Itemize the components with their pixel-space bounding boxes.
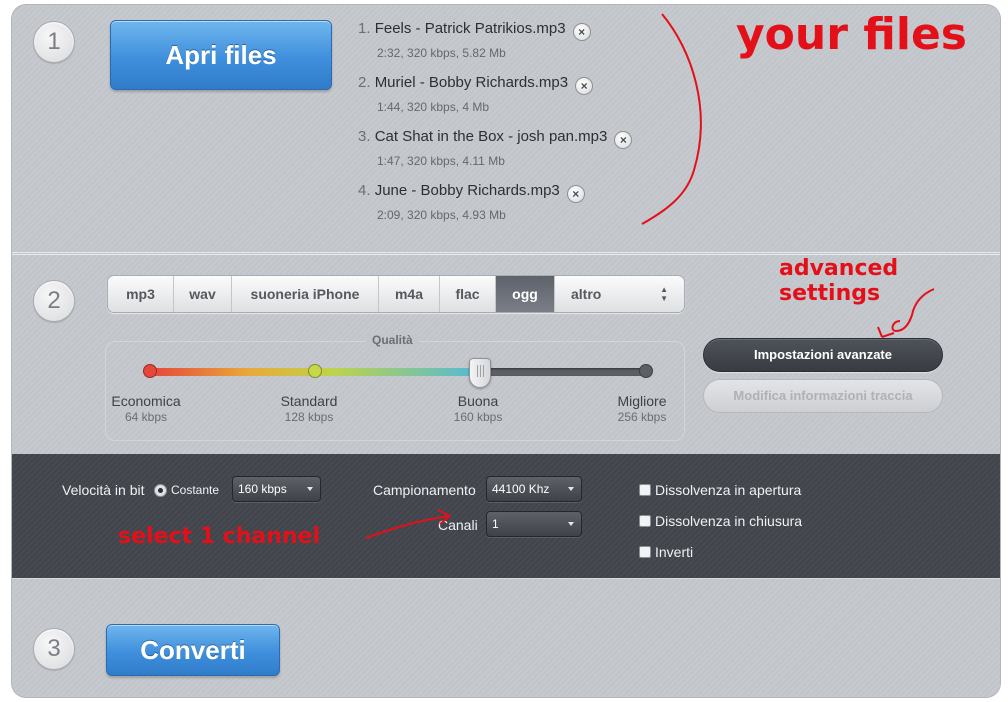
bitrate-label: Velocità in bit (62, 482, 145, 498)
fade-out-checkbox[interactable] (639, 515, 651, 527)
remove-file-icon[interactable]: × (566, 185, 585, 203)
advanced-settings-panel: Velocità in bit Costante 160 kbps Campio… (12, 454, 1000, 578)
file-meta: 2:09, 320 kbps, 4.93 Mb (377, 208, 506, 222)
level-name: Standard (280, 393, 338, 409)
sample-rate-value: 44100 Khz (492, 482, 550, 496)
tab-flac[interactable]: flac (440, 276, 496, 312)
quality-level-buona: Buona 160 kbps (423, 393, 533, 424)
arrow-annotation-icon (365, 509, 451, 539)
step-1-section: 1 Apri files 1. Feels - Patrick Patrikio… (12, 5, 1000, 253)
tab-m4a[interactable]: m4a (379, 276, 440, 312)
tab-other[interactable]: altro ▲ ▼ (555, 276, 684, 312)
file-name: Cat Shat in the Box - josh pan.mp3 (374, 128, 608, 145)
file-item: 2. Muriel - Bobby Richards.mp3 × 1:44, 32… (358, 74, 678, 128)
quality-stop-migliore[interactable] (639, 364, 653, 378)
constant-bitrate-radio[interactable] (154, 484, 167, 497)
file-item: 3. Cat Shat in the Box - josh pan.mp3 × 1… (358, 128, 678, 182)
arrow-annotation-icon (877, 288, 935, 338)
caret-down-icon (568, 487, 574, 491)
quality-slider-track[interactable] (143, 358, 653, 388)
fade-in-label: Dissolvenza in apertura (655, 482, 802, 498)
level-kbps: 160 kbps (453, 410, 503, 424)
quality-level-migliore: Migliore 256 kbps (587, 393, 697, 424)
remove-file-icon[interactable]: × (614, 131, 633, 149)
remove-file-icon[interactable]: × (572, 23, 591, 41)
bitrate-select[interactable]: 160 kbps (232, 476, 321, 502)
open-files-button[interactable]: Apri files (110, 20, 332, 90)
format-tabs: mp3 wav suoneria iPhone m4a flac ogg alt… (107, 275, 685, 313)
level-kbps: 128 kbps (284, 410, 334, 424)
channels-select[interactable]: 1 (486, 511, 582, 537)
file-meta: 1:47, 320 kbps, 4.11 Mb (377, 154, 505, 168)
step-1-badge: 1 (33, 21, 75, 63)
file-item: 1. Feels - Patrick Patrikios.mp3 × 2:32, … (358, 20, 678, 74)
quality-level-standard: Standard 128 kbps (254, 393, 364, 424)
file-index: 3. (358, 128, 371, 145)
tab-wav[interactable]: wav (174, 276, 232, 312)
remove-file-icon[interactable]: × (575, 77, 594, 95)
file-index: 1. (358, 20, 371, 37)
your-files-annotation: your files (736, 9, 967, 60)
level-name: Economica (111, 393, 181, 409)
caret-down-icon (307, 487, 313, 491)
caret-down-icon (568, 522, 574, 526)
level-kbps: 256 kbps (617, 410, 667, 424)
quality-slider-panel: Qualità Economica 64 kbps Standard 128 k… (105, 333, 685, 441)
advanced-settings-button[interactable]: Impostazioni avanzate (703, 338, 943, 372)
updown-arrows-icon: ▲ ▼ (660, 285, 668, 303)
select-channel-annotation: select 1 channel (118, 524, 320, 549)
quality-level-economica: Economica 64 kbps (91, 393, 201, 424)
file-item: 4. June - Bobby Richards.mp3 × 2:09, 320 … (358, 182, 678, 236)
sample-rate-label: Campionamento (373, 482, 476, 498)
fade-out-label: Dissolvenza in chiusura (655, 513, 803, 529)
reverse-checkbox[interactable] (639, 546, 651, 558)
file-index: 4. (358, 182, 371, 199)
quality-slider-thumb[interactable] (468, 358, 491, 388)
level-name: Migliore (617, 393, 667, 409)
edit-track-info-button[interactable]: Modifica informazioni traccia (703, 379, 943, 413)
level-name: Buona (457, 393, 499, 409)
bracket-annotation-icon (641, 13, 702, 225)
file-index: 2. (358, 74, 371, 91)
step-3-section: 3 Converti (12, 578, 1000, 697)
sample-rate-select[interactable]: 44100 Khz (486, 476, 582, 502)
file-name: Muriel - Bobby Richards.mp3 (374, 74, 569, 91)
tab-iphone-ringtone[interactable]: suoneria iPhone (232, 276, 379, 312)
convert-button[interactable]: Converti (106, 624, 280, 676)
step-3-badge: 3 (33, 628, 75, 670)
file-meta: 1:44, 320 kbps, 4 Mb (377, 100, 490, 114)
tab-mp3[interactable]: mp3 (108, 276, 174, 312)
converter-app: 1 Apri files 1. Feels - Patrick Patrikio… (12, 5, 1000, 697)
channels-value: 1 (492, 517, 499, 531)
fade-in-checkbox[interactable] (639, 484, 651, 496)
constant-label: Costante (171, 483, 220, 497)
quality-label: Qualità (366, 333, 419, 347)
tab-other-label: altro (571, 286, 602, 302)
tab-ogg[interactable]: ogg (496, 276, 555, 312)
level-kbps: 64 kbps (124, 410, 168, 424)
file-list: 1. Feels - Patrick Patrikios.mp3 × 2:32, … (358, 20, 678, 236)
file-name: June - Bobby Richards.mp3 (374, 182, 560, 199)
file-name: Feels - Patrick Patrikios.mp3 (374, 20, 566, 37)
reverse-label: Inverti (655, 544, 694, 560)
bitrate-value: 160 kbps (238, 482, 287, 496)
step-2-badge: 2 (33, 280, 75, 322)
quality-stop-economica[interactable] (143, 364, 157, 378)
file-meta: 2:32, 320 kbps, 5.82 Mb (377, 46, 506, 60)
